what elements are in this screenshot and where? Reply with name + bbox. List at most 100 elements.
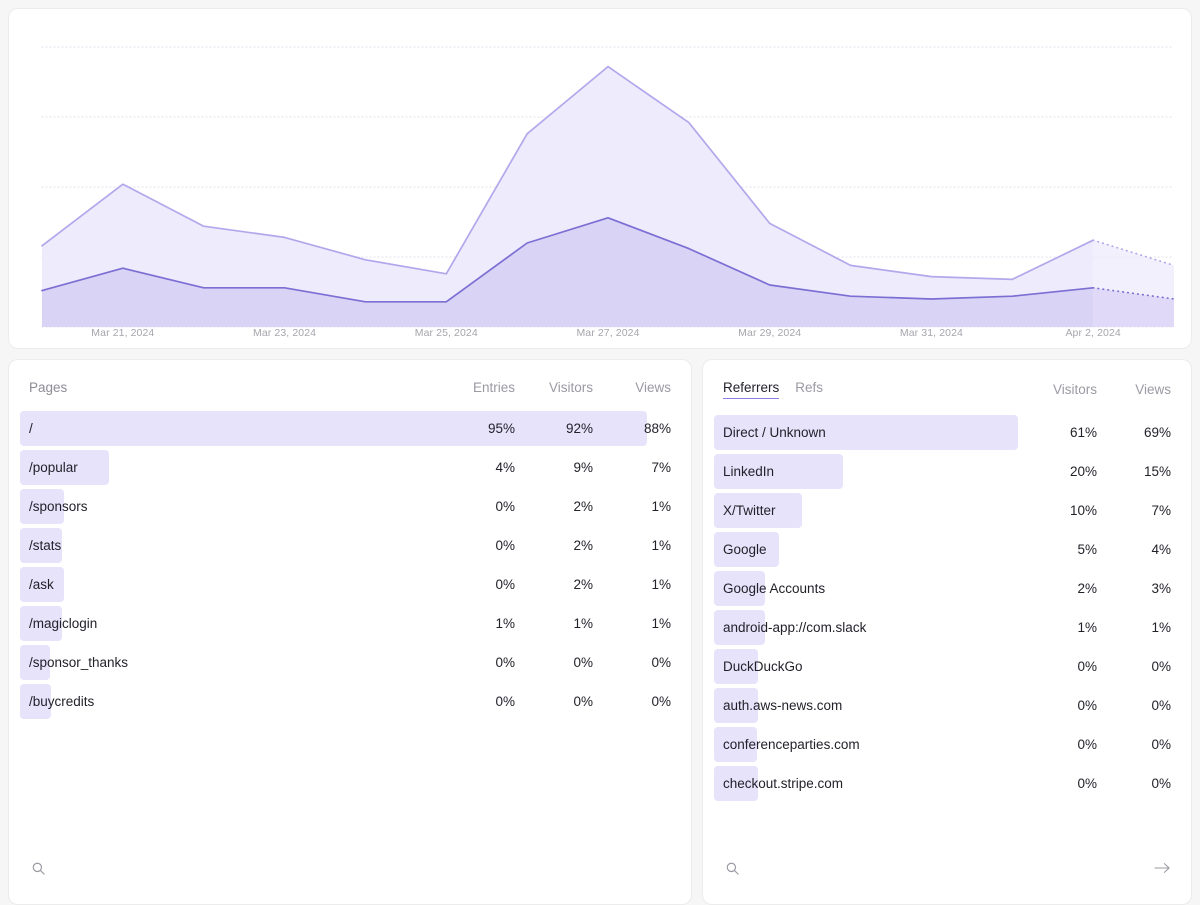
page-label: /popular (29, 460, 78, 475)
table-row[interactable]: checkout.stripe.com 0% 0% (703, 764, 1191, 803)
x-tick-label: Mar 21, 2024 (91, 327, 155, 339)
cell-views: 1% (651, 616, 671, 631)
referrer-label: Google (723, 542, 767, 557)
x-tick-label: Mar 23, 2024 (253, 327, 317, 339)
referrer-label: checkout.stripe.com (723, 776, 844, 791)
table-row[interactable]: /stats 0% 2% 1% (9, 526, 691, 565)
cell-entries: 0% (495, 538, 515, 553)
x-tick-label: Apr 2, 2024 (1065, 327, 1121, 339)
arrow-right-icon[interactable] (1153, 859, 1171, 877)
page-label: /stats (29, 538, 62, 553)
cell-visitors: 2% (573, 538, 593, 553)
cell-entries: 0% (495, 499, 515, 514)
cell-entries: 1% (495, 616, 515, 631)
tab-referrers[interactable]: Referrers (723, 380, 780, 399)
cell-views: 0% (1151, 776, 1171, 791)
cell-visitors: 0% (573, 655, 593, 670)
table-row[interactable]: DuckDuckGo 0% 0% (703, 647, 1191, 686)
table-row[interactable]: /ask 0% 2% 1% (9, 565, 691, 604)
referrer-label: android-app://com.slack (723, 620, 867, 635)
table-row[interactable]: /sponsor_thanks 0% 0% 0% (9, 643, 691, 682)
cell-entries: 0% (495, 655, 515, 670)
table-row[interactable]: Direct / Unknown 61% 69% (703, 413, 1191, 452)
pages-panel: Pages Entries Visitors Views /95% 92% 88% /… (8, 359, 692, 905)
cell-entries: 95% (487, 421, 515, 436)
pages-footer (9, 858, 691, 904)
referrer-label: auth.aws-news.com (723, 698, 843, 713)
cell-views: 1% (651, 538, 671, 553)
table-row[interactable]: /magiclogin 1% 1% 1% (9, 604, 691, 643)
cell-views: 0% (1151, 698, 1171, 713)
table-row[interactable]: LinkedIn 20% 15% (703, 452, 1191, 491)
pages-row-list: /95% 92% 88%/popular 4% 9% 7%/sponsors 0% 2% 1% /… (9, 409, 691, 721)
page-label: /ask (29, 577, 54, 592)
cell-visitors: 1% (1077, 620, 1097, 635)
cell-views: 1% (651, 577, 671, 592)
cell-visitors: 9% (573, 460, 593, 475)
cell-visitors: 2% (573, 499, 593, 514)
table-row[interactable]: /popular 4% 9% 7% (9, 448, 691, 487)
referrer-label: Direct / Unknown (723, 425, 826, 440)
referrers-tabs: Referrers Refs (723, 380, 823, 399)
cell-visitors: 0% (1077, 659, 1097, 674)
x-tick-label: Mar 31, 2024 (899, 327, 963, 339)
pages-title: Pages (29, 380, 68, 395)
cell-visitors: 1% (573, 616, 593, 631)
page-label: /sponsor_thanks (29, 655, 129, 670)
cell-visitors: 2% (1077, 581, 1097, 596)
cell-views: 0% (651, 694, 671, 709)
table-row[interactable]: Google 5% 4% (703, 530, 1191, 569)
cell-visitors: 0% (573, 694, 593, 709)
cell-views: 0% (1151, 737, 1171, 752)
cell-views: 7% (651, 460, 671, 475)
page-label: /buycredits (29, 694, 95, 709)
x-tick-label: Mar 29, 2024 (738, 327, 802, 339)
traffic-chart-panel: Mar 21, 2024 Mar 23, 2024 Mar 25, 2024 Mar … (8, 8, 1192, 349)
table-row[interactable]: /buycredits 0% 0% 0% (9, 682, 691, 721)
cell-visitors: 10% (1069, 503, 1097, 518)
table-row[interactable]: auth.aws-news.com 0% 0% (703, 686, 1191, 725)
cell-visitors: 5% (1077, 542, 1097, 557)
table-row[interactable]: / 95% 92% 88% (9, 409, 691, 448)
cell-visitors: 2% (573, 577, 593, 592)
column-header-views[interactable]: Views (1097, 382, 1171, 397)
column-header-visitors[interactable]: Visitors (515, 380, 593, 395)
table-row[interactable]: /sponsors 0% 2% 1% (9, 487, 691, 526)
page-label: /sponsors (29, 499, 88, 514)
cell-visitors: 0% (1077, 776, 1097, 791)
referrers-header: Referrers Refs Visitors Views (703, 360, 1191, 413)
referrers-footer (703, 858, 1191, 904)
search-icon[interactable] (29, 859, 47, 877)
x-tick-label: Mar 27, 2024 (576, 327, 640, 339)
table-row[interactable]: Google Accounts 2% 3% (703, 569, 1191, 608)
cell-views: 1% (1151, 620, 1171, 635)
table-row[interactable]: conferenceparties.com 0% 0% (703, 725, 1191, 764)
referrer-label: Google Accounts (723, 581, 826, 596)
table-row[interactable]: android-app://com.slack 1% 1% (703, 608, 1191, 647)
tab-refs[interactable]: Refs (795, 380, 823, 399)
chart-canvas (41, 46, 1175, 328)
cell-visitors: 0% (1077, 737, 1097, 752)
cell-views: 88% (643, 421, 671, 436)
referrer-label: conferenceparties.com (723, 737, 860, 752)
cell-entries: 4% (495, 460, 515, 475)
table-row[interactable]: X/Twitter 10% 7% (703, 491, 1191, 530)
chart-x-axis: Mar 21, 2024 Mar 23, 2024 Mar 25, 2024 Mar … (9, 327, 1191, 348)
cell-views: 7% (1151, 503, 1171, 518)
cell-views: 3% (1151, 581, 1171, 596)
x-tick-label: Mar 25, 2024 (414, 327, 478, 339)
cell-entries: 0% (495, 694, 515, 709)
cell-views: 4% (1151, 542, 1171, 557)
column-header-visitors[interactable]: Visitors (1023, 382, 1097, 397)
column-header-entries[interactable]: Entries (437, 380, 515, 395)
referrer-label: DuckDuckGo (723, 659, 803, 674)
traffic-area-chart[interactable] (9, 9, 1191, 348)
cell-views: 0% (651, 655, 671, 670)
analytics-dashboard: Mar 21, 2024 Mar 23, 2024 Mar 25, 2024 Mar … (0, 0, 1200, 905)
column-header-views[interactable]: Views (593, 380, 671, 395)
page-label: /magiclogin (29, 616, 98, 631)
search-icon[interactable] (723, 859, 741, 877)
pages-header: Pages Entries Visitors Views (9, 360, 691, 409)
cell-visitors: 20% (1069, 464, 1097, 479)
referrer-label: LinkedIn (723, 464, 775, 479)
